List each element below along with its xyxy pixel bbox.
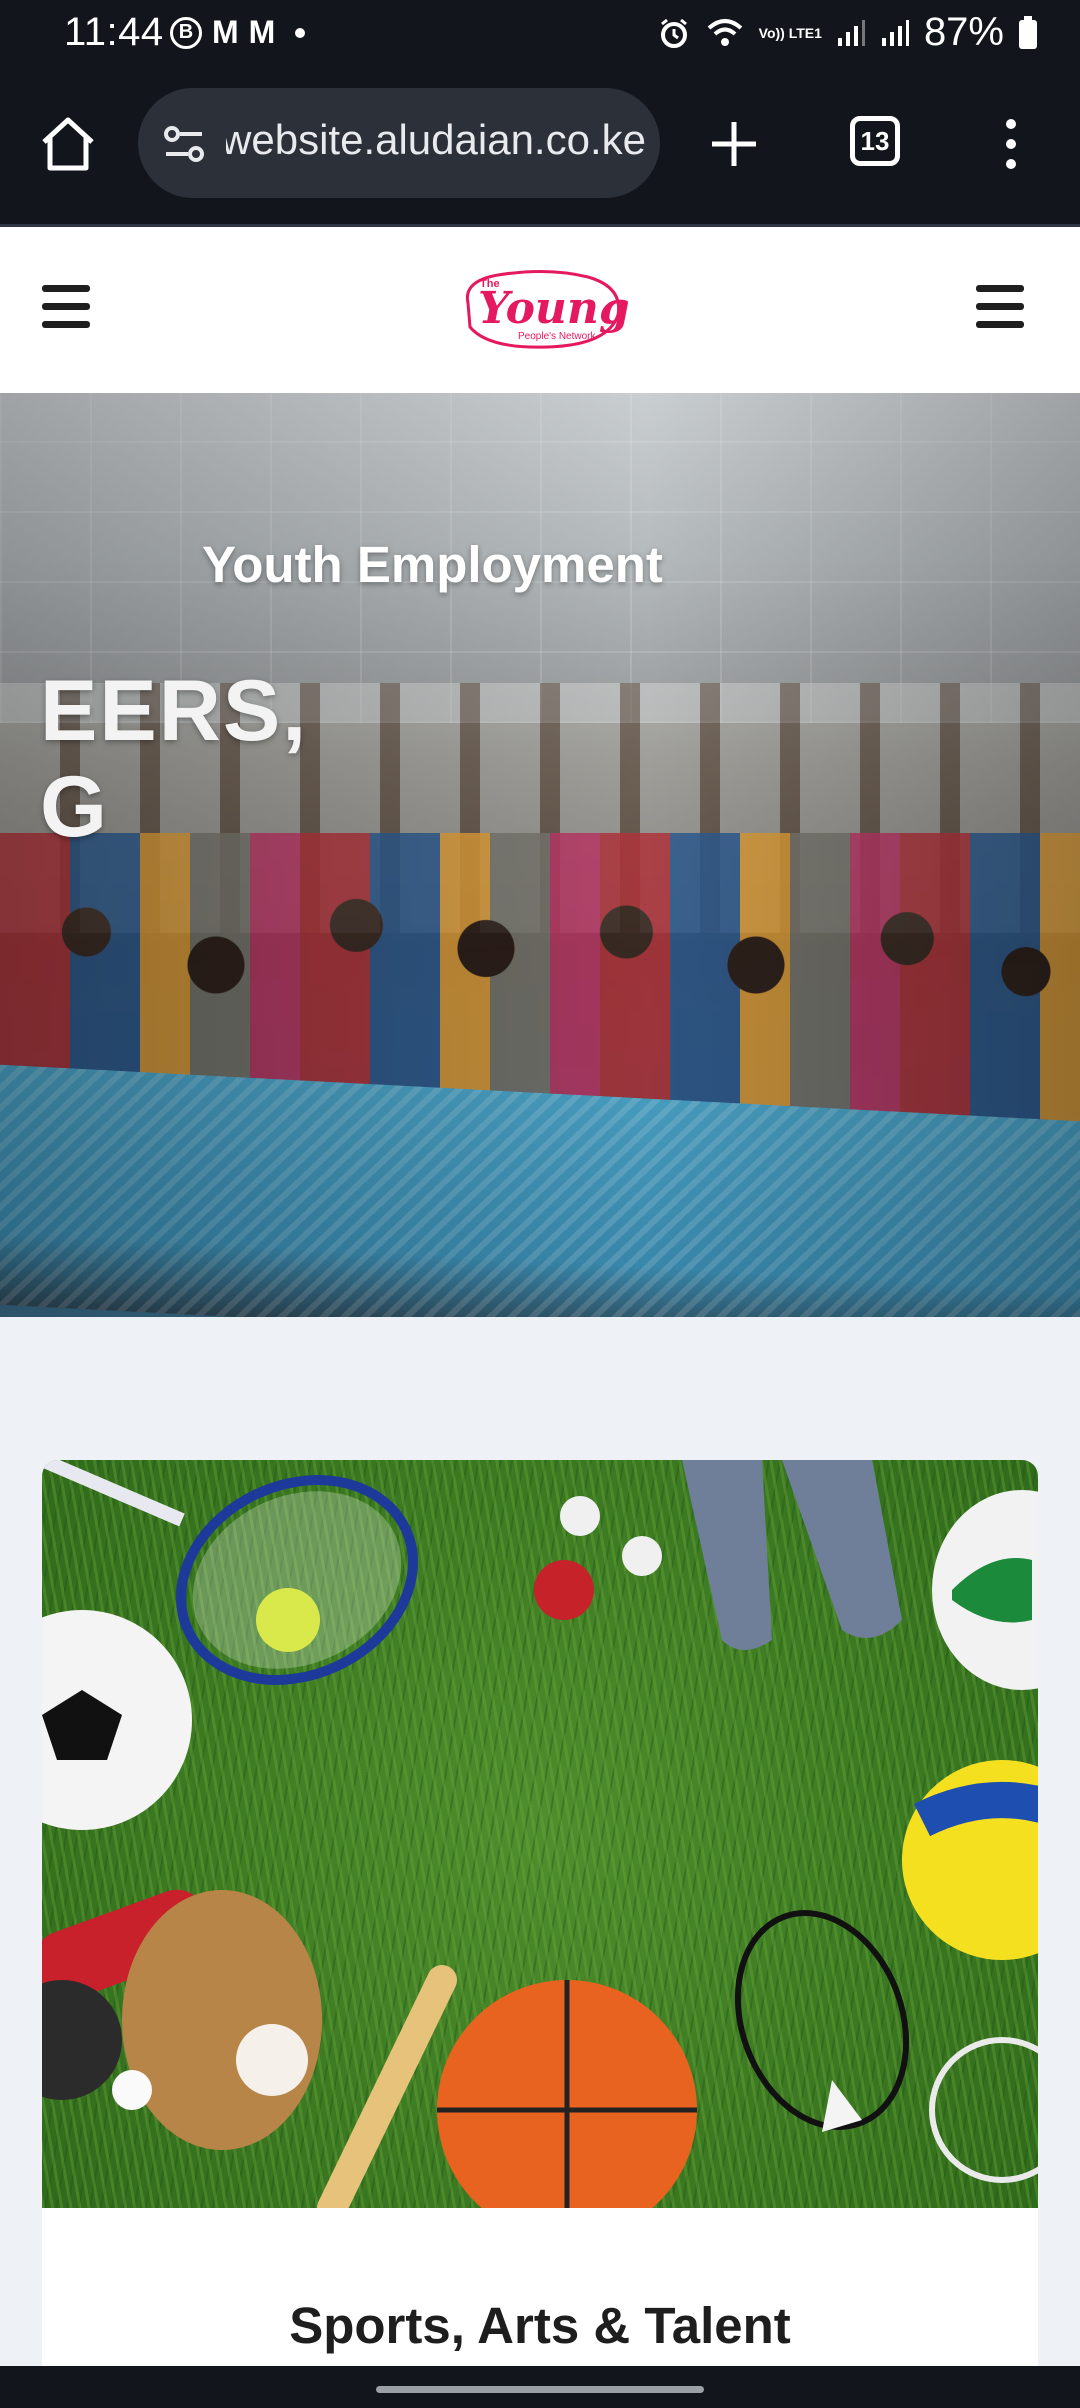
signal-icon <box>837 19 865 46</box>
address-bar[interactable]: website.aludaian.co.ke <box>138 88 660 198</box>
hero-slide-text: EERS, G <box>40 663 308 855</box>
hero-slide-line-1: EERS, <box>40 663 309 759</box>
site-settings-icon[interactable] <box>160 120 208 168</box>
hero-banner: Youth Employment EERS, G <box>0 393 1080 1317</box>
sports-items-illustration <box>42 1460 1038 2208</box>
volte-label: Vo)) LTE1 <box>758 24 822 41</box>
logo-text: Young <box>478 283 628 334</box>
new-tab-icon[interactable] <box>704 114 764 174</box>
right-menu-icon[interactable] <box>976 285 1024 329</box>
gmail-icon: M <box>248 14 276 50</box>
url-text[interactable]: website.aludaian.co.ke <box>226 116 646 164</box>
young-peoples-network-logo[interactable]: The Young People's Network <box>458 263 628 355</box>
home-gesture-handle[interactable] <box>376 2386 704 2393</box>
wifi-icon <box>707 18 742 46</box>
tab-switcher-button[interactable]: 13 <box>850 116 900 166</box>
battery-icon <box>1019 15 1037 49</box>
hero-overlay <box>0 393 1080 1317</box>
site-header: The Young People's Network <box>0 227 1080 393</box>
status-bar: 11:44 B M M Vo)) LTE1 87% <box>0 0 1080 72</box>
more-menu-icon[interactable] <box>996 116 1026 172</box>
signal-icon <box>881 19 909 46</box>
sports-equipment-image[interactable] <box>42 1460 1038 2208</box>
status-system-icons: Vo)) LTE1 87% <box>657 10 1038 55</box>
logo-small-bottom: People's Network <box>518 331 597 342</box>
volte-icon: Vo)) LTE1 <box>759 26 822 40</box>
card-title[interactable]: Sports, Arts & Talent <box>42 2296 1038 2355</box>
gmail-icon: M <box>212 14 239 50</box>
b-circle-icon: B <box>170 16 202 49</box>
status-time: 11:44 <box>64 10 164 54</box>
battery-percent: 87% <box>923 10 1004 54</box>
program-card[interactable]: Sports, Arts & Talent <box>42 1460 1038 2408</box>
left-menu-icon[interactable] <box>42 285 90 329</box>
browser-toolbar: website.aludaian.co.ke 13 <box>0 72 1080 227</box>
home-icon[interactable] <box>36 112 100 176</box>
system-navigation-bar <box>0 2366 1080 2408</box>
alarm-icon <box>660 18 687 48</box>
status-notification-icons: B M M <box>170 14 306 51</box>
hero-title: Youth Employment <box>202 536 663 593</box>
tab-count: 13 <box>860 125 890 156</box>
dot-icon <box>295 27 306 38</box>
hero-slide-line-2: G <box>40 759 109 855</box>
